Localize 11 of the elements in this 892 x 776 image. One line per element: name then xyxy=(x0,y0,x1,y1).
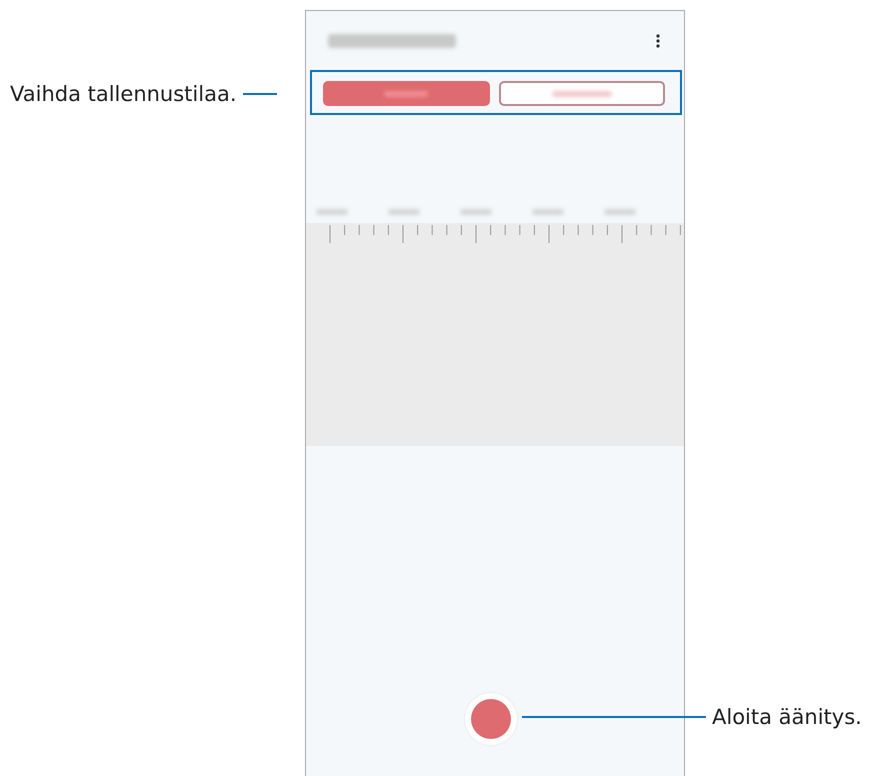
callout-label: Vaihda tallennustilaa. xyxy=(10,82,236,106)
blurred-time-label xyxy=(532,209,564,215)
callout-label: Aloita äänitys. xyxy=(712,705,862,729)
blurred-time-label xyxy=(460,209,492,215)
mode-tab[interactable] xyxy=(498,81,665,106)
blurred-time-label xyxy=(604,209,636,215)
blurred-time-label xyxy=(388,209,420,215)
blurred-time-label xyxy=(316,209,348,215)
record-button[interactable] xyxy=(465,693,517,745)
more-options-icon[interactable] xyxy=(656,34,660,48)
leader-line xyxy=(242,93,276,95)
